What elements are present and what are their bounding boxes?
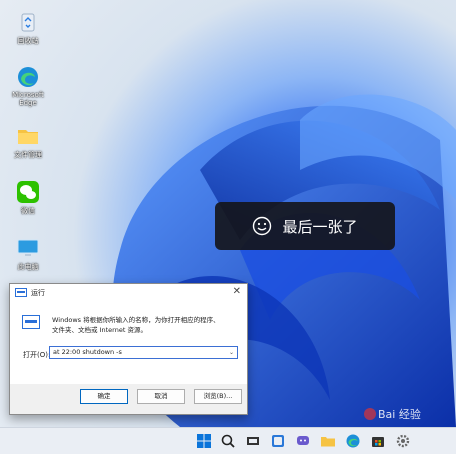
desktop-icon-label: Microsoft Edge [12,91,44,107]
ok-button[interactable]: 确定 [80,389,128,404]
dialog-description: Windows 将根据你所输入的名称，为你打开相应的程序、 文件夹、文档或 In… [52,315,242,335]
desktop-icon-folder[interactable]: 文件管理 [8,124,48,160]
search-icon[interactable] [220,433,236,449]
dialog-footer: 确定 取消 浏览(B)... [10,384,247,414]
desktop-icon-label: 文件管理 [14,151,42,159]
dialog-title-bar[interactable]: 运行 ✕ [10,284,247,301]
desktop-icon-this-pc[interactable]: 此电脑 [8,236,48,272]
run-app-icon [15,288,27,297]
desktop-icon-label: 微信 [21,207,35,215]
wechat-icon [16,180,40,204]
windows-start-icon[interactable] [196,433,212,449]
cancel-button[interactable]: 取消 [137,389,185,404]
toast-text: 最后一张了 [282,217,358,236]
settings-icon[interactable] [395,433,411,449]
toast-notification: 最后一张了 [215,202,395,250]
watermark-text: Bai 经验 [378,407,421,421]
run-dialog: 运行 ✕ Windows 将根据你所输入的名称，为你打开相应的程序、 文件夹、文… [9,283,248,415]
description-line-1: Windows 将根据你所输入的名称，为你打开相应的程序、 [52,316,220,324]
desktop-icon-edge[interactable]: Microsoft Edge [8,65,48,107]
desktop-icon-wechat[interactable]: 微信 [8,180,48,216]
description-line-2: 文件夹、文档或 Internet 资源。 [52,326,147,334]
folder-icon [16,124,40,148]
taskbar [0,427,456,454]
recycle-bin-icon [16,10,40,34]
file-explorer-icon[interactable] [320,433,336,449]
widgets-icon[interactable] [270,433,286,449]
desktop-icon-label: 回收站 [17,37,39,45]
edge-icon[interactable] [345,433,361,449]
monitor-icon [16,236,40,260]
desktop-icon-label: 此电脑 [17,263,39,271]
desktop-icon-recycle-bin[interactable]: 回收站 [8,10,48,46]
command-value: at 22:00 shutdown -s [53,348,122,356]
chat-icon[interactable] [295,433,311,449]
smile-icon [253,216,272,236]
store-icon[interactable] [370,433,386,449]
command-input[interactable]: at 22:00 shutdown -s ⌄ [49,346,238,359]
desktop-wallpaper: 回收站 Microsoft Edge 文件管理 微信 此电脑 最后一张了 运行 … [0,0,456,427]
open-label: 打开(O): [23,351,51,359]
browse-button[interactable]: 浏览(B)... [194,389,242,404]
task-view-icon[interactable] [245,433,261,449]
close-icon[interactable]: ✕ [233,286,241,297]
run-icon [22,315,40,329]
dialog-title: 运行 [31,289,45,297]
edge-icon [16,65,40,89]
baidu-watermark: Bai 经验 [364,407,421,421]
chevron-down-icon[interactable]: ⌄ [229,347,234,358]
